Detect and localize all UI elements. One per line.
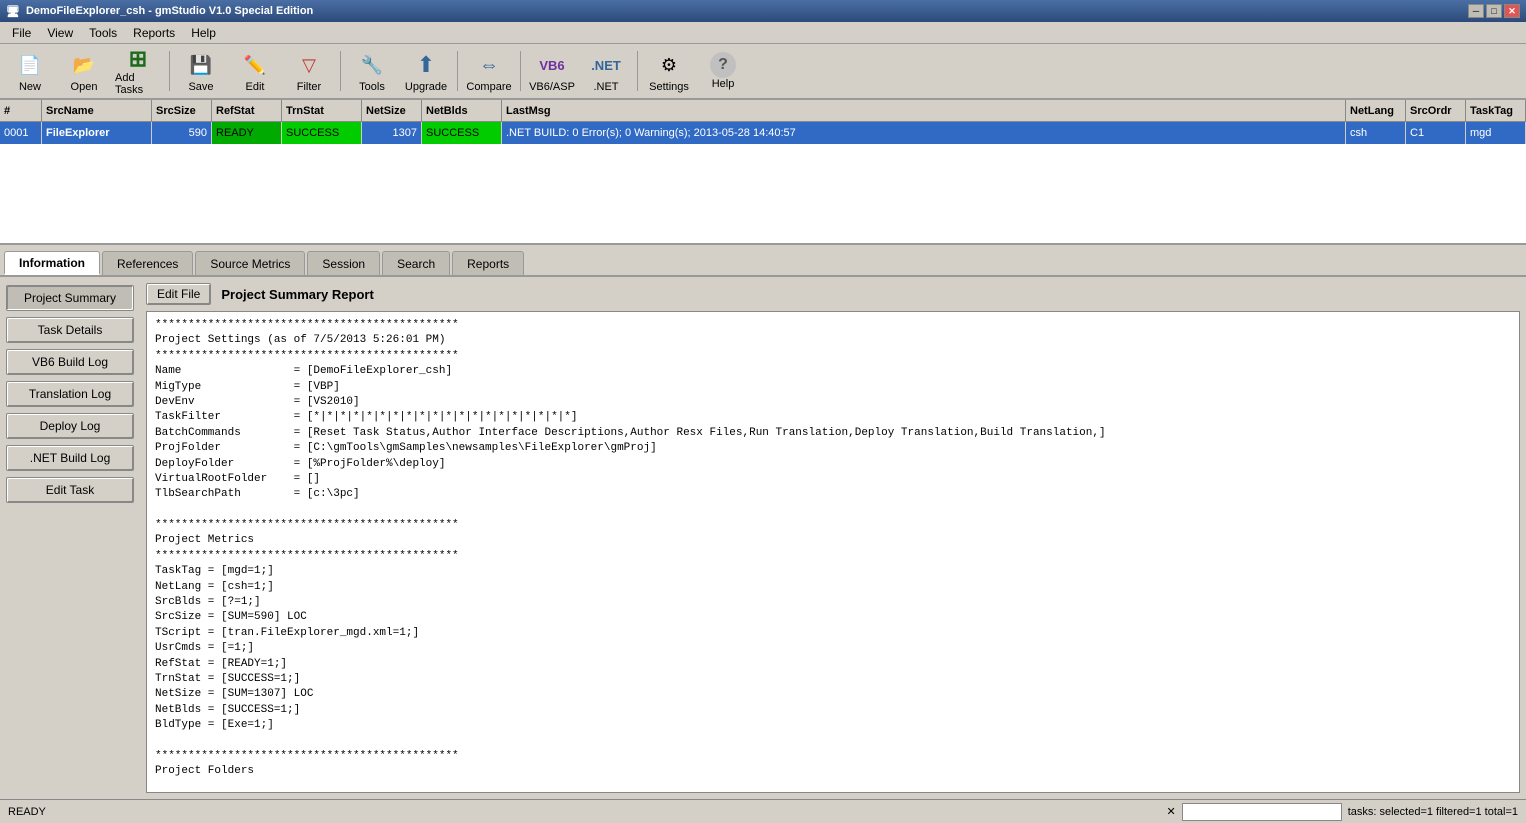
help-button[interactable]: ? Help xyxy=(697,46,749,96)
col-header-tasktag: TaskTag xyxy=(1466,100,1526,121)
tools-button[interactable]: 🔧 Tools xyxy=(346,46,398,96)
edit-icon: ✏️ xyxy=(239,49,271,81)
col-header-netsize: NetSize xyxy=(362,100,422,121)
cell-netblds: SUCCESS xyxy=(422,122,502,144)
col-header-netlang: NetLang xyxy=(1346,100,1406,121)
col-header-lastmsg: LastMsg xyxy=(502,100,1346,121)
settings-button[interactable]: ⚙ Settings xyxy=(643,46,695,96)
tasks-info: tasks: selected=1 filtered=1 total=1 xyxy=(1348,806,1518,818)
menu-file[interactable]: File xyxy=(4,22,39,43)
col-header-trnstat: TrnStat xyxy=(282,100,362,121)
cell-srcname: FileExplorer xyxy=(42,122,152,144)
menu-help[interactable]: Help xyxy=(183,22,224,43)
upgrade-icon: ⬆ xyxy=(410,49,442,81)
tab-reports[interactable]: Reports xyxy=(452,251,524,275)
menu-view[interactable]: View xyxy=(39,22,81,43)
cell-srcsize: 590 xyxy=(152,122,212,144)
open-icon: 📂 xyxy=(68,49,100,81)
net-build-log-button[interactable]: .NET Build Log xyxy=(6,445,134,471)
tab-references[interactable]: References xyxy=(102,251,193,275)
close-button[interactable]: ✕ xyxy=(1504,4,1520,18)
menu-tools[interactable]: Tools xyxy=(81,22,125,43)
toolbar: 📄 New 📂 Open ⊞ Add Tasks 💾 Save ✏️ Edit … xyxy=(0,44,1526,100)
toolbar-separator-5 xyxy=(637,51,638,91)
col-header-refstat: RefStat xyxy=(212,100,282,121)
compare-icon: ⇔ xyxy=(473,49,505,81)
tab-search[interactable]: Search xyxy=(382,251,450,275)
col-header-srcordr: SrcOrdr xyxy=(1406,100,1466,121)
col-header-netblds: NetBlds xyxy=(422,100,502,121)
maximize-button[interactable]: □ xyxy=(1486,4,1502,18)
title-bar: 🖥 DemoFileExplorer_csh - gmStudio V1.0 S… xyxy=(0,0,1526,22)
edit-file-button[interactable]: Edit File xyxy=(146,283,211,305)
cell-netlang: csh xyxy=(1346,122,1406,144)
toolbar-separator-1 xyxy=(169,51,170,91)
cell-lastmsg: .NET BUILD: 0 Error(s); 0 Warning(s); 20… xyxy=(502,122,1346,144)
net-icon: .NET xyxy=(590,49,622,81)
add-tasks-icon: ⊞ xyxy=(122,46,154,72)
toolbar-separator-2 xyxy=(340,51,341,91)
cell-srcordr: C1 xyxy=(1406,122,1466,144)
vb6asp-icon: VB6 xyxy=(536,49,568,81)
menu-bar: File View Tools Reports Help xyxy=(0,22,1526,44)
tools-icon: 🔧 xyxy=(356,49,388,81)
cell-num: 0001 xyxy=(0,122,42,144)
vb6asp-button[interactable]: VB6 VB6/ASP xyxy=(526,46,578,96)
col-header-srcname: SrcName xyxy=(42,100,152,121)
edit-file-bar: Edit File Project Summary Report xyxy=(146,283,1520,305)
clear-search-icon[interactable]: ✕ xyxy=(1166,805,1175,818)
report-content-area[interactable]: ****************************************… xyxy=(146,311,1520,793)
status-search-input[interactable] xyxy=(1182,803,1342,821)
table-row[interactable]: 0001 FileExplorer 590 READY SUCCESS 1307… xyxy=(0,122,1526,144)
translation-log-button[interactable]: Translation Log xyxy=(6,381,134,407)
toolbar-separator-4 xyxy=(520,51,521,91)
tab-information[interactable]: Information xyxy=(4,251,100,275)
compare-button[interactable]: ⇔ Compare xyxy=(463,46,515,96)
help-icon: ? xyxy=(710,52,736,78)
add-tasks-button[interactable]: ⊞ Add Tasks xyxy=(112,46,164,96)
sidebar: Project Summary Task Details VB6 Build L… xyxy=(0,277,140,799)
content-area: Project Summary Task Details VB6 Build L… xyxy=(0,277,1526,799)
task-details-button[interactable]: Task Details xyxy=(6,317,134,343)
net-button[interactable]: .NET .NET xyxy=(580,46,632,96)
filter-icon: ▽ xyxy=(293,49,325,81)
deploy-log-button[interactable]: Deploy Log xyxy=(6,413,134,439)
open-button[interactable]: 📂 Open xyxy=(58,46,110,96)
cell-trnstat: SUCCESS xyxy=(282,122,362,144)
grid-area: # SrcName SrcSize RefStat TrnStat NetSiz… xyxy=(0,100,1526,245)
col-header-num: # xyxy=(0,100,42,121)
settings-icon: ⚙ xyxy=(653,49,685,81)
edit-button[interactable]: ✏️ Edit xyxy=(229,46,281,96)
save-button[interactable]: 💾 Save xyxy=(175,46,227,96)
report-title: Project Summary Report xyxy=(221,287,373,302)
minimize-button[interactable]: ─ xyxy=(1468,4,1484,18)
vb6-build-log-button[interactable]: VB6 Build Log xyxy=(6,349,134,375)
window-title: DemoFileExplorer_csh - gmStudio V1.0 Spe… xyxy=(26,5,313,17)
tab-source-metrics[interactable]: Source Metrics xyxy=(195,251,305,275)
cell-netsize: 1307 xyxy=(362,122,422,144)
new-button[interactable]: 📄 New xyxy=(4,46,56,96)
new-icon: 📄 xyxy=(14,49,46,81)
toolbar-separator-3 xyxy=(457,51,458,91)
status-right: ✕ tasks: selected=1 filtered=1 total=1 xyxy=(1166,803,1518,821)
app-icon: 🖥 xyxy=(6,5,20,18)
col-header-srcsize: SrcSize xyxy=(152,100,212,121)
cell-refstat: READY xyxy=(212,122,282,144)
cell-tasktag: mgd xyxy=(1466,122,1526,144)
bottom-panel: Information References Source Metrics Se… xyxy=(0,245,1526,799)
status-bar: READY ✕ tasks: selected=1 filtered=1 tot… xyxy=(0,799,1526,823)
upgrade-button[interactable]: ⬆ Upgrade xyxy=(400,46,452,96)
tab-session[interactable]: Session xyxy=(307,251,380,275)
status-text: READY xyxy=(8,806,46,818)
tab-bar: Information References Source Metrics Se… xyxy=(0,245,1526,277)
grid-header: # SrcName SrcSize RefStat TrnStat NetSiz… xyxy=(0,100,1526,122)
edit-task-button[interactable]: Edit Task xyxy=(6,477,134,503)
save-icon: 💾 xyxy=(185,49,217,81)
filter-button[interactable]: ▽ Filter xyxy=(283,46,335,96)
project-summary-button[interactable]: Project Summary xyxy=(6,285,134,311)
main-content: Edit File Project Summary Report *******… xyxy=(140,277,1526,799)
menu-reports[interactable]: Reports xyxy=(125,22,183,43)
